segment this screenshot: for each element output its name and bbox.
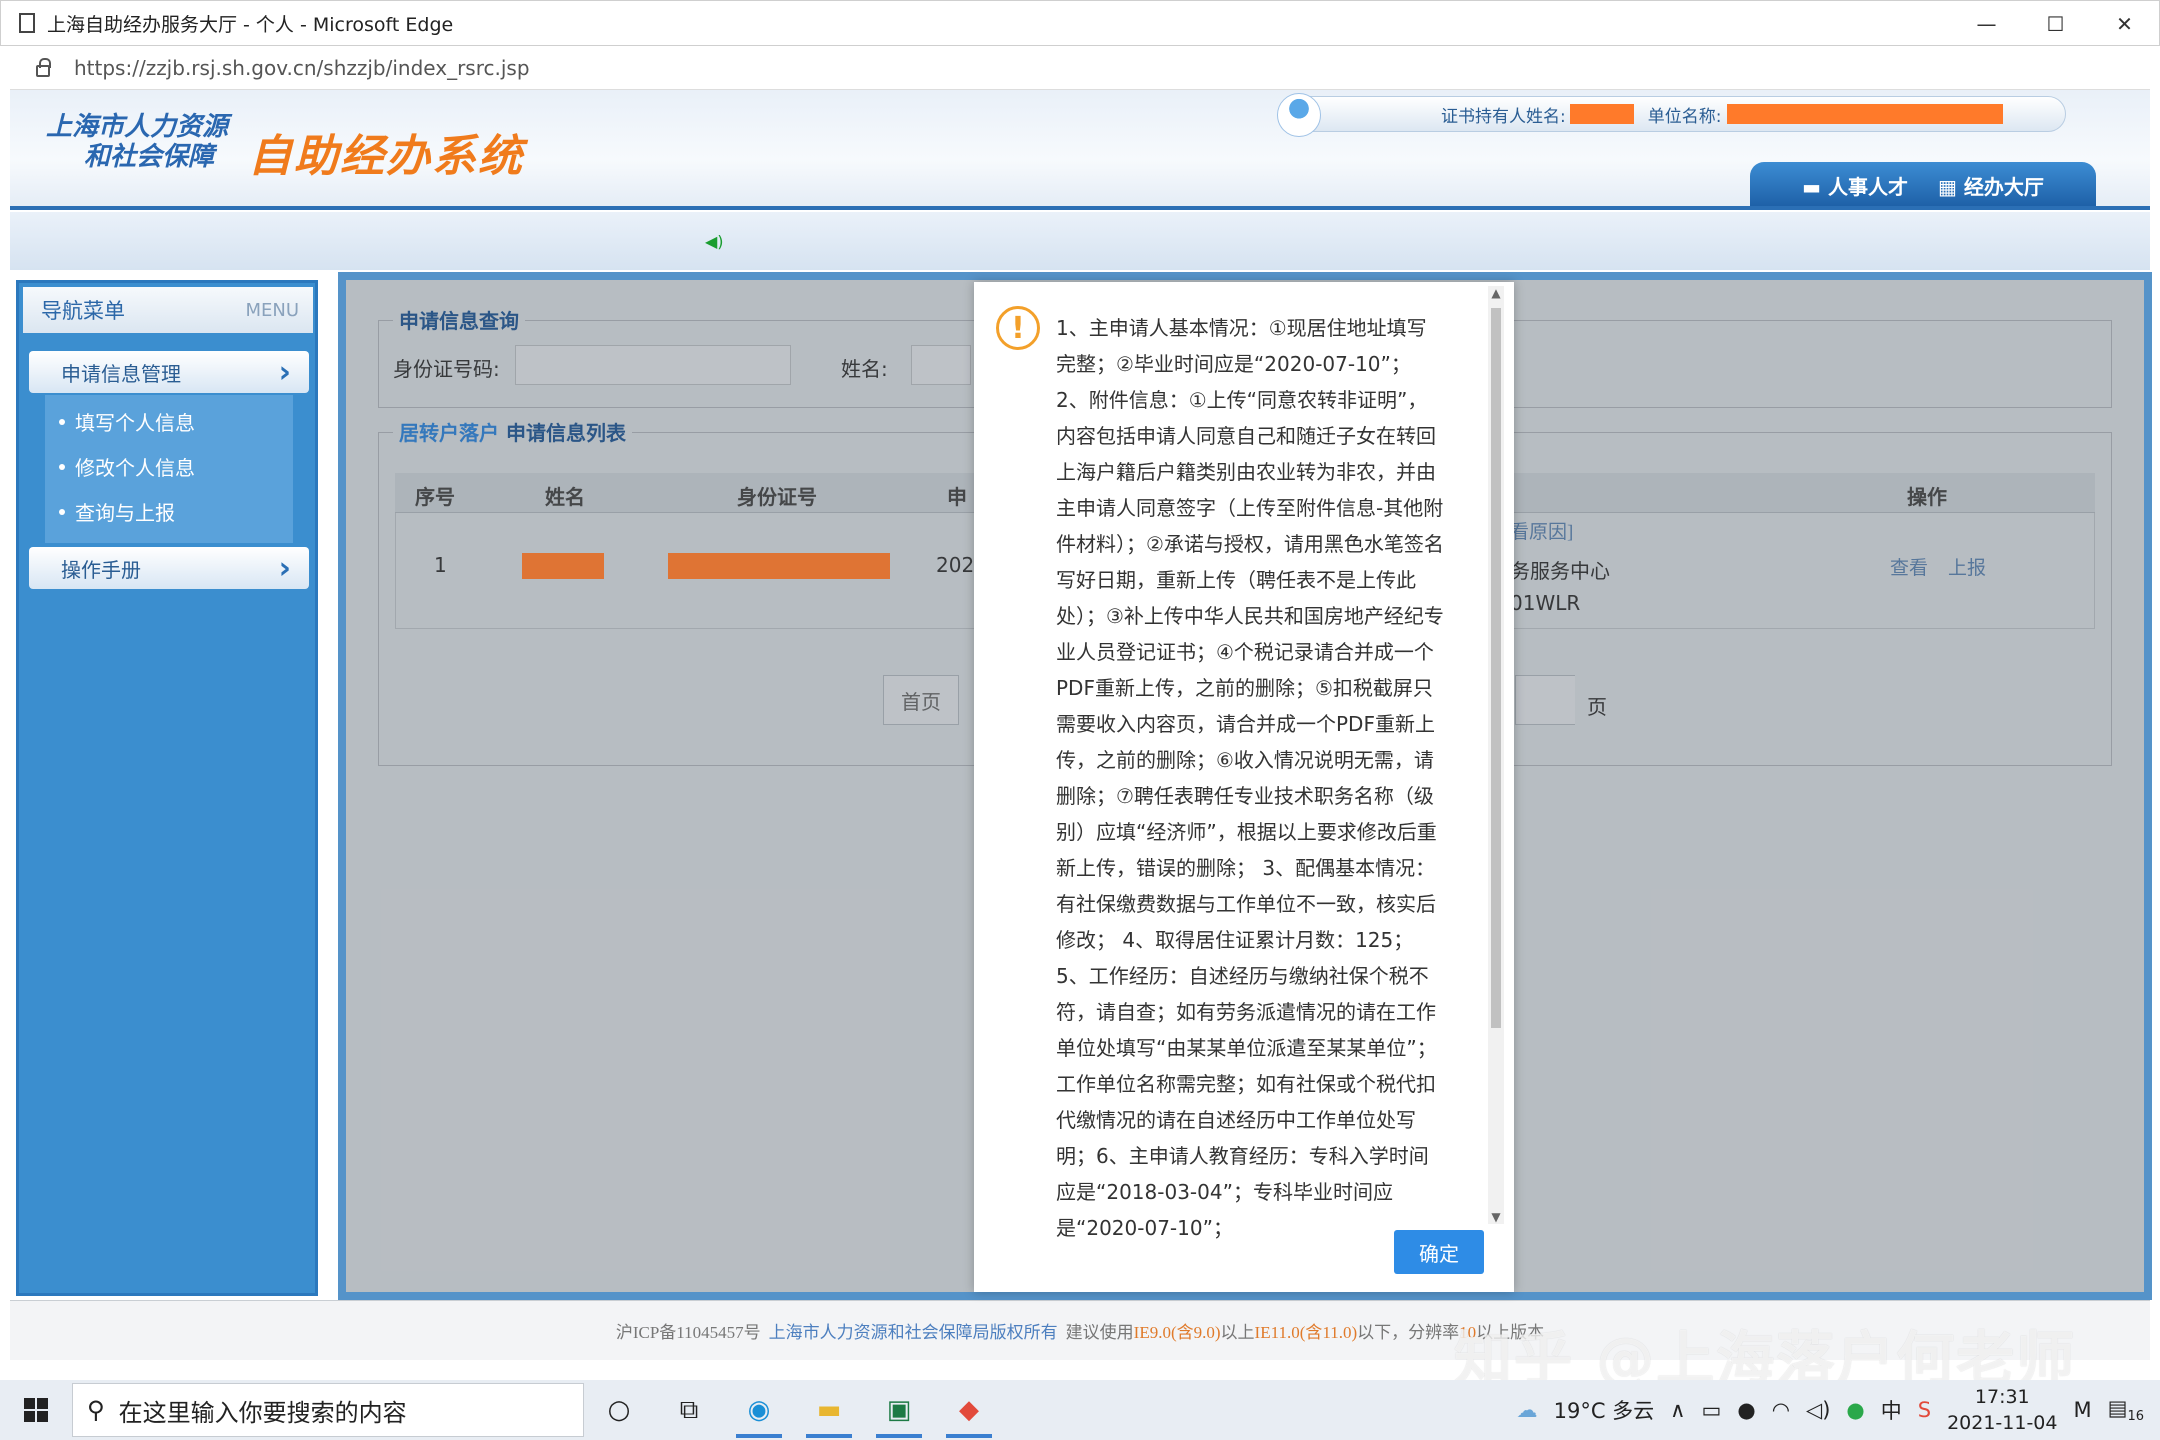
logo-line-1: 上海市人力资源 (46, 112, 229, 141)
window-controls: — ☐ ✕ (1952, 1, 2159, 47)
user-avatar-icon (1277, 93, 1321, 137)
nav-title-en: MENU (245, 299, 299, 321)
sidebar-item-label: 操作手册 (61, 557, 141, 582)
tab-talent[interactable]: ▬ 人事人才 (1802, 171, 1908, 200)
message-dialog: ! 1、主申请人基本情况：①现居住地址填写完整；②毕业时间应是“2020-07-… (974, 282, 1514, 1292)
bullet-icon (59, 418, 65, 425)
submenu: 填写个人信息 修改个人信息 查询与上报 (45, 395, 293, 543)
search-placeholder: 在这里输入你要搜索的内容 (118, 1398, 407, 1427)
site-logo-system: 自助经办系统 (248, 132, 524, 181)
sidebar-item-application-management[interactable]: 申请信息管理 › (29, 351, 309, 393)
close-button[interactable]: ✕ (2090, 1, 2159, 47)
dialog-message-area[interactable]: 1、主申请人基本情况：①现居住地址填写完整；②毕业时间应是“2020-07-10… (1056, 310, 1444, 1252)
dialog-message: 1、主申请人基本情况：①现居住地址填写完整；②毕业时间应是“2020-07-10… (1056, 316, 1444, 1240)
maximize-button[interactable]: ☐ (2021, 1, 2090, 47)
notification-count: 16 (2127, 1409, 2144, 1425)
weather-icon: ☁ (1516, 1398, 1538, 1422)
notice-bar: ◀) (10, 212, 2150, 270)
logo-line-2: 和社会保障 (84, 142, 215, 171)
nav-header: 导航菜单 MENU (23, 287, 313, 333)
scroll-up-icon[interactable]: ▲ (1488, 286, 1504, 300)
mail-icon[interactable]: M (2073, 1398, 2091, 1422)
app-icon[interactable]: ◆ (934, 1380, 1004, 1440)
ime-indicator[interactable]: 中 (1881, 1395, 1902, 1425)
sidebar-item-label: 申请信息管理 (61, 361, 181, 386)
cortana-icon[interactable]: ○ (584, 1380, 654, 1440)
address-bar[interactable]: https://zzjb.rsj.sh.gov.cn/shzzjb/index_… (10, 46, 2150, 90)
copyright: 上海市人力资源和社会保障局版权所有 (768, 1323, 1058, 1342)
sidebar: 导航菜单 MENU 申请信息管理 › 填写个人信息 修改个人信息 查询与上报 操… (16, 280, 318, 1296)
tray-expand-icon[interactable]: ∧ (1670, 1398, 1685, 1422)
warning-icon: ! (996, 306, 1040, 350)
clock-time: 17:31 (1974, 1386, 2030, 1408)
scroll-down-icon[interactable]: ▼ (1488, 1210, 1504, 1224)
chevron-right-icon: › (278, 354, 291, 390)
windows-icon (24, 1398, 48, 1422)
submenu-item-fill-info[interactable]: 填写个人信息 (59, 407, 195, 436)
start-button[interactable] (0, 1380, 72, 1440)
chevron-right-icon: › (278, 550, 291, 586)
url-text[interactable]: https://zzjb.rsj.sh.gov.cn/shzzjb/index_… (74, 56, 530, 80)
submenu-item-edit-info[interactable]: 修改个人信息 (59, 452, 195, 481)
notification-icon[interactable]: ▤16 (2108, 1396, 2144, 1424)
taskbar-search[interactable]: ⚲ 在这里输入你要搜索的内容 (72, 1383, 584, 1437)
site-logo-org: 上海市人力资源 和社会保障 (46, 112, 228, 172)
site-header: 上海市人力资源 和社会保障 自助经办系统 证书持有人姓名: 单位名称: ▬ 人事… (10, 90, 2150, 210)
header-tabs: ▬ 人事人才 ▦ 经办大厅 (1750, 162, 2096, 206)
page-icon (19, 13, 35, 33)
holder-name-redacted (1569, 104, 1634, 124)
nav-title: 导航菜单 (41, 299, 125, 323)
sidebar-item-manual[interactable]: 操作手册 › (29, 547, 309, 589)
icp-number: 沪ICP备11045457号 (615, 1323, 761, 1342)
dialog-scrollbar[interactable]: ▲ ▼ (1488, 286, 1504, 1224)
sogou-icon[interactable]: S (1918, 1398, 1931, 1422)
submenu-item-query-report[interactable]: 查询与上报 (59, 497, 175, 526)
wechat-icon[interactable]: ● (1846, 1398, 1864, 1422)
window-title: 上海自助经办服务大厅 - 个人 - Microsoft Edge (47, 13, 454, 36)
holder-name-label: 证书持有人姓名: (1441, 106, 1566, 127)
bullet-icon (59, 463, 65, 470)
network-icon[interactable]: ◠ (1772, 1398, 1790, 1422)
scrollbar-thumb[interactable] (1491, 308, 1501, 1028)
weather-text[interactable]: 19°C 多云 (1554, 1395, 1655, 1425)
excel-icon[interactable]: ▣ (864, 1380, 934, 1440)
user-info-bar: 证书持有人姓名: 单位名称: (1277, 93, 2066, 137)
unit-name-redacted (1727, 104, 2004, 124)
clock[interactable]: 17:31 2021-11-04 (1947, 1384, 2057, 1436)
ok-button[interactable]: 确定 (1394, 1230, 1484, 1274)
minimize-button[interactable]: — (1952, 1, 2021, 47)
browser-titlebar: 上海自助经办服务大厅 - 个人 - Microsoft Edge — ☐ ✕ (0, 0, 2160, 46)
volume-icon[interactable]: ◁) (1806, 1398, 1830, 1422)
system-tray: ☁ 19°C 多云 ∧ ▭ ● ◠ ◁) ● 中 S 17:31 2021-11… (1517, 1380, 2160, 1440)
edge-icon[interactable]: ◉ (724, 1380, 794, 1440)
qq-icon[interactable]: ● (1737, 1398, 1755, 1422)
battery-icon[interactable]: ▭ (1702, 1398, 1722, 1422)
unit-name-label: 单位名称: (1647, 106, 1722, 127)
search-icon: ⚲ (87, 1396, 105, 1424)
lock-icon (36, 57, 51, 77)
task-view-icon[interactable]: ⧉ (654, 1380, 724, 1440)
bullet-icon (59, 508, 65, 515)
tab-service-hall[interactable]: ▦ 经办大厅 (1938, 171, 2044, 200)
taskbar: ⚲ 在这里输入你要搜索的内容 ○ ⧉ ◉ ▬ ▣ ◆ ☁ 19°C 多云 ∧ ▭… (0, 1380, 2160, 1440)
file-explorer-icon[interactable]: ▬ (794, 1380, 864, 1440)
clock-date: 2021-11-04 (1947, 1412, 2058, 1434)
speaker-icon[interactable]: ◀) (705, 232, 724, 251)
